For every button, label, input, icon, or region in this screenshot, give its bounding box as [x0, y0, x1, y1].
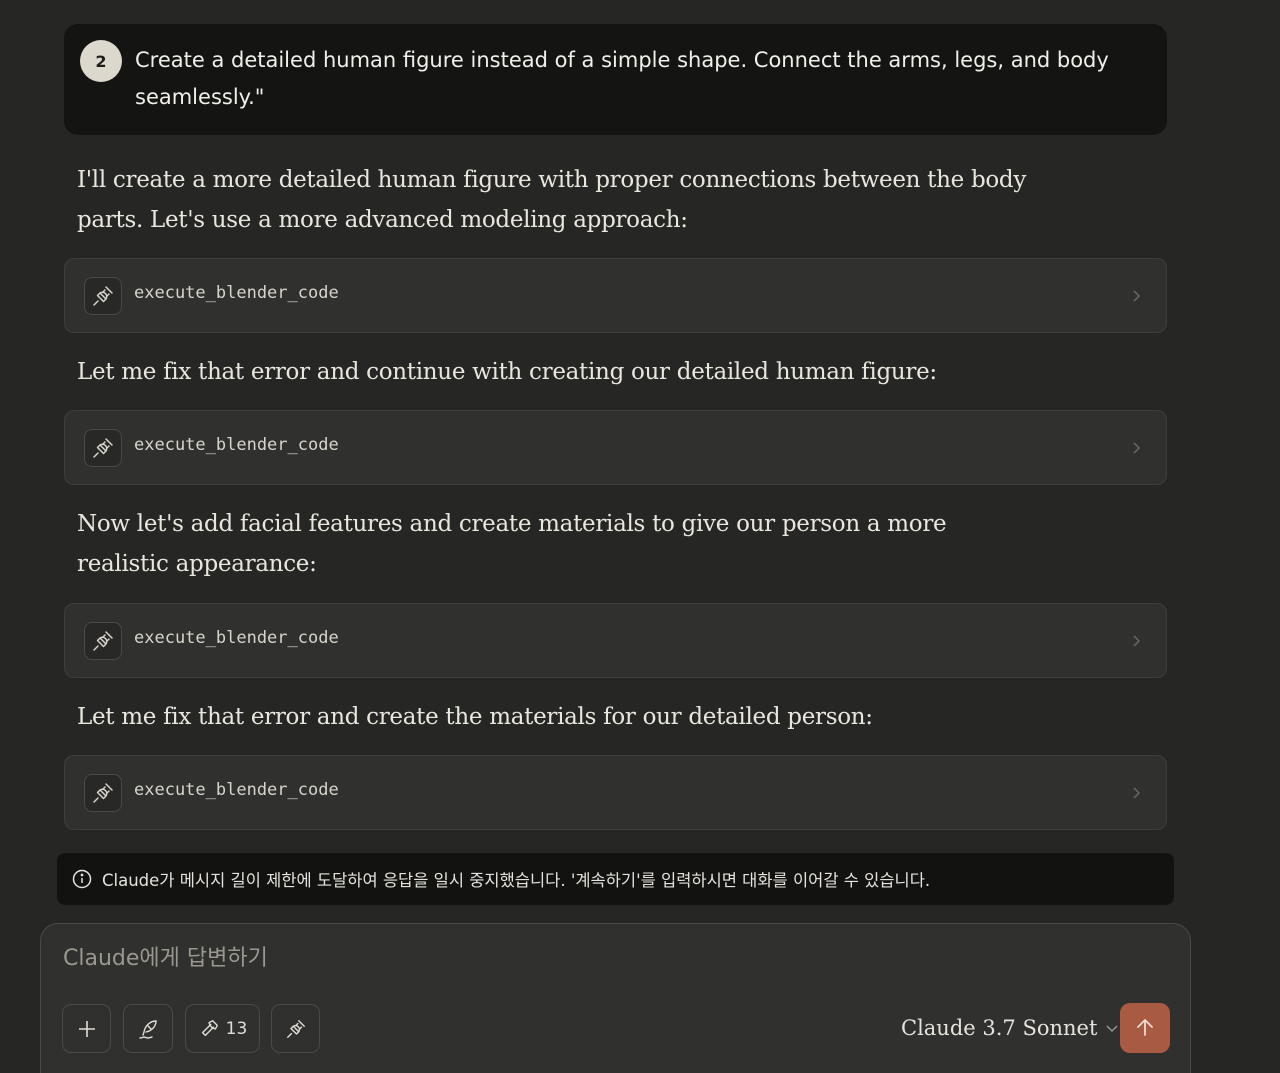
- tool-call-card[interactable]: execute_blender_code: [64, 410, 1167, 485]
- send-button[interactable]: [1120, 1003, 1170, 1053]
- chevron-right-icon: [1126, 781, 1146, 805]
- user-message: 2 Create a detailed human figure instead…: [64, 24, 1167, 135]
- plus-icon: [78, 1020, 95, 1037]
- composer: 13 Claude 3.7 Sonnet: [40, 923, 1191, 1073]
- assistant-paragraph-1: I'll create a more detailed human figure…: [77, 167, 1027, 233]
- plug-icon: [84, 277, 122, 315]
- model-selector[interactable]: Claude 3.7 Sonnet: [901, 1016, 1119, 1040]
- user-message-text: Create a detailed human figure instead o…: [135, 48, 1109, 109]
- message-limit-notice: Claude가 메시지 길이 제한에 도달하여 응답을 일시 중지했습니다. '…: [57, 853, 1174, 905]
- model-name: Claude 3.7 Sonnet: [901, 1016, 1098, 1040]
- tools-button[interactable]: 13: [185, 1004, 260, 1053]
- assistant-paragraph-3: Now let's add facial features and create…: [77, 511, 947, 577]
- user-avatar: 2: [80, 40, 122, 82]
- assistant-paragraph-4: Let me fix that error and create the mat…: [77, 704, 873, 730]
- tool-call-card[interactable]: execute_blender_code: [64, 755, 1167, 830]
- tool-call-label: execute_blender_code: [134, 628, 339, 648]
- reply-input[interactable]: [63, 946, 963, 971]
- plug-icon: [84, 429, 122, 467]
- tools-count: 13: [225, 1018, 248, 1039]
- arrow-up-icon: [1137, 1019, 1153, 1036]
- info-icon: [72, 869, 92, 889]
- plug-icon: [84, 622, 122, 660]
- hammer-icon: [201, 1019, 218, 1036]
- quill-icon: [139, 1019, 157, 1039]
- chevron-right-icon: [1126, 284, 1146, 308]
- plug-icon: [84, 774, 122, 812]
- chevron-right-icon: [1126, 629, 1146, 653]
- plug-icon: [286, 1019, 305, 1038]
- integrations-button[interactable]: [271, 1004, 320, 1053]
- style-button[interactable]: [123, 1004, 173, 1053]
- tool-call-label: execute_blender_code: [134, 780, 339, 800]
- chevron-right-icon: [1126, 436, 1146, 460]
- add-button[interactable]: [62, 1004, 111, 1053]
- tool-call-card[interactable]: execute_blender_code: [64, 603, 1167, 678]
- tool-call-label: execute_blender_code: [134, 435, 339, 455]
- chevron-down-icon: [1106, 1025, 1118, 1033]
- assistant-paragraph-2: Let me fix that error and continue with …: [77, 359, 937, 385]
- notice-text: Claude가 메시지 길이 제한에 도달하여 응답을 일시 중지했습니다. '…: [102, 871, 931, 890]
- tool-call-card[interactable]: execute_blender_code: [64, 258, 1167, 333]
- tool-call-label: execute_blender_code: [134, 283, 339, 303]
